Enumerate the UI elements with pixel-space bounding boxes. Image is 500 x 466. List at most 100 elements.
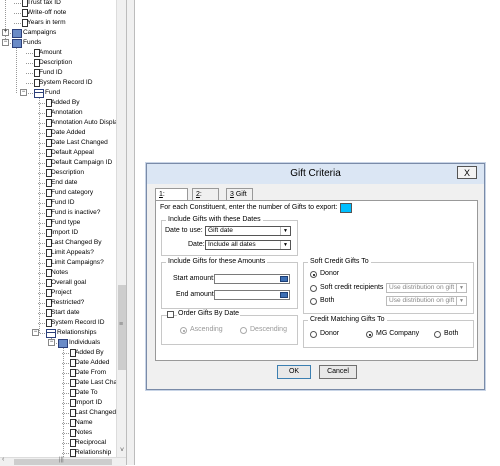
pane-splitter[interactable]	[126, 0, 135, 465]
calculator-icon[interactable]	[280, 292, 288, 298]
tree-item[interactable]: End date	[0, 178, 116, 188]
date-label: Date:	[188, 241, 205, 248]
tree-item[interactable]: Annotation	[0, 108, 116, 118]
tab-filters[interactable]: 2: Filters	[192, 188, 220, 209]
date-to-use-select[interactable]: Gift date ▼	[205, 226, 291, 236]
collapse-icon[interactable]: −	[20, 89, 27, 96]
both-distribution-select[interactable]: Use distribution on gift ▼	[386, 296, 467, 306]
tree-item[interactable]: Added By	[0, 98, 116, 108]
tree-item-label: Date From	[75, 369, 107, 376]
tree-item[interactable]: System Record ID	[0, 318, 116, 328]
tree-item[interactable]: Date Last Changed	[0, 138, 116, 148]
tree-item[interactable]: Reciprocal	[0, 438, 116, 448]
close-button[interactable]: X	[457, 166, 477, 179]
tree-connector	[38, 243, 45, 244]
tree-connector	[38, 153, 45, 154]
ascending-radio[interactable]	[180, 327, 187, 334]
chevron-down-icon: ▼	[456, 284, 466, 292]
start-amount-input[interactable]	[214, 274, 290, 284]
matching-donor-radio[interactable]	[310, 331, 317, 338]
tree-item[interactable]: Amount	[0, 48, 116, 58]
calculator-icon[interactable]	[280, 276, 288, 282]
tree-item[interactable]: + Campaigns	[0, 28, 116, 38]
tree-item-label: Description	[51, 169, 84, 176]
matching-both-radio[interactable]	[434, 331, 441, 338]
collapse-icon[interactable]: −	[32, 329, 39, 336]
tree-item[interactable]: Limit Appeals?	[0, 248, 116, 258]
descending-radio[interactable]	[240, 327, 247, 334]
tree-item[interactable]: Import ID	[0, 398, 116, 408]
tree-item-label: Limit Appeals?	[51, 249, 94, 256]
dates-group: Include Gifts with these Dates Date to u…	[161, 216, 298, 256]
tree-item[interactable]: Name	[0, 418, 116, 428]
tree-item[interactable]: Date Last Cha	[0, 378, 116, 388]
tab-gift-types[interactable]: 3 Gift Types	[226, 188, 253, 209]
dialog-title: Gift Criteria	[290, 168, 341, 179]
soft-credit-recipients-radio[interactable]	[310, 285, 317, 292]
tree-item[interactable]: Notes	[0, 428, 116, 438]
tree-item-label: Fund type	[51, 219, 81, 226]
tree-item[interactable]: Start date	[0, 308, 116, 318]
tree-item[interactable]: Fund is inactive?	[0, 208, 116, 218]
tree-item[interactable]: Overall goal	[0, 278, 116, 288]
tree-item[interactable]: Fund ID	[0, 68, 116, 78]
tree-item-label: Funds	[23, 39, 42, 46]
tree-item[interactable]: Fund type	[0, 218, 116, 228]
tree-item[interactable]: Fund ID	[0, 198, 116, 208]
tree-item[interactable]: Added By	[0, 348, 116, 358]
tree-item[interactable]: Project	[0, 288, 116, 298]
collapse-icon[interactable]: −	[2, 39, 9, 46]
collapse-icon[interactable]: −	[48, 339, 55, 346]
dialog-title-bar[interactable]: Gift Criteria X	[147, 164, 484, 184]
tree-item[interactable]: Notes	[0, 268, 116, 278]
tree-item[interactable]: Default Campaign ID	[0, 158, 116, 168]
gift-count-input[interactable]	[340, 203, 352, 213]
tree-item[interactable]: − Fund	[0, 88, 116, 98]
tree-item[interactable]: Date From	[0, 368, 116, 378]
cancel-button[interactable]: Cancel	[319, 365, 357, 379]
tree-item[interactable]: Date Added	[0, 128, 116, 138]
ok-button[interactable]: OK	[277, 365, 311, 379]
matching-both-label: Both	[444, 330, 459, 337]
recipients-distribution-select[interactable]: Use distribution on gift ▼	[386, 283, 467, 293]
soft-credit-donor-radio[interactable]	[310, 271, 317, 278]
tree-item[interactable]: Relationship	[0, 448, 116, 457]
soft-credit-donor-label: Donor	[320, 270, 340, 277]
tree-item[interactable]: Default Appeal	[0, 148, 116, 158]
tree-item[interactable]: Date To	[0, 388, 116, 398]
folder-icon	[58, 339, 68, 348]
tree-item[interactable]: − Funds	[0, 38, 116, 48]
end-amount-input[interactable]	[214, 290, 290, 300]
order-by-date-checkbox[interactable]	[167, 311, 174, 318]
tree-item[interactable]: Years in term	[0, 18, 116, 28]
tree-item[interactable]: − Individuals	[0, 338, 116, 348]
tree-item[interactable]: Annotation Auto Displa	[0, 118, 116, 128]
tree-item[interactable]: Fund category	[0, 188, 116, 198]
tree-item[interactable]: Description	[0, 58, 116, 68]
tree-item-label: Fund ID	[51, 199, 75, 206]
tree-connector	[26, 53, 33, 54]
scrollbar-thumb[interactable]	[118, 285, 126, 370]
export-field-tree[interactable]: Trust tax ID Write-off note Years in term +…	[0, 0, 116, 457]
tree-item[interactable]: Limit Campaigns?	[0, 258, 116, 268]
tree-item[interactable]: Trust tax ID	[0, 0, 116, 8]
soft-credit-both-radio[interactable]	[310, 298, 317, 305]
date-range-select[interactable]: Include all dates ▼	[205, 240, 291, 250]
scroll-left-arrow-icon[interactable]: ‹	[2, 456, 4, 463]
tree-connector	[38, 223, 45, 224]
tree-item[interactable]: − Relationships	[0, 328, 116, 338]
matching-company-radio[interactable]	[366, 331, 373, 338]
tree-item[interactable]: Description	[0, 168, 116, 178]
tree-item[interactable]: System Record ID	[0, 78, 116, 88]
tree-item[interactable]: Restricted?	[0, 298, 116, 308]
tree-item[interactable]: Import ID	[0, 228, 116, 238]
expand-icon[interactable]: +	[2, 29, 9, 36]
tree-connector	[62, 433, 69, 434]
tree-connector	[38, 273, 45, 274]
tree-item[interactable]: Last Changed	[0, 408, 116, 418]
tree-item[interactable]: Date Added	[0, 358, 116, 368]
tree-item[interactable]: Last Changed By	[0, 238, 116, 248]
folder-icon	[12, 29, 22, 38]
tree-item[interactable]: Write-off note	[0, 8, 116, 18]
tree-item-label: Campaigns	[23, 29, 57, 36]
